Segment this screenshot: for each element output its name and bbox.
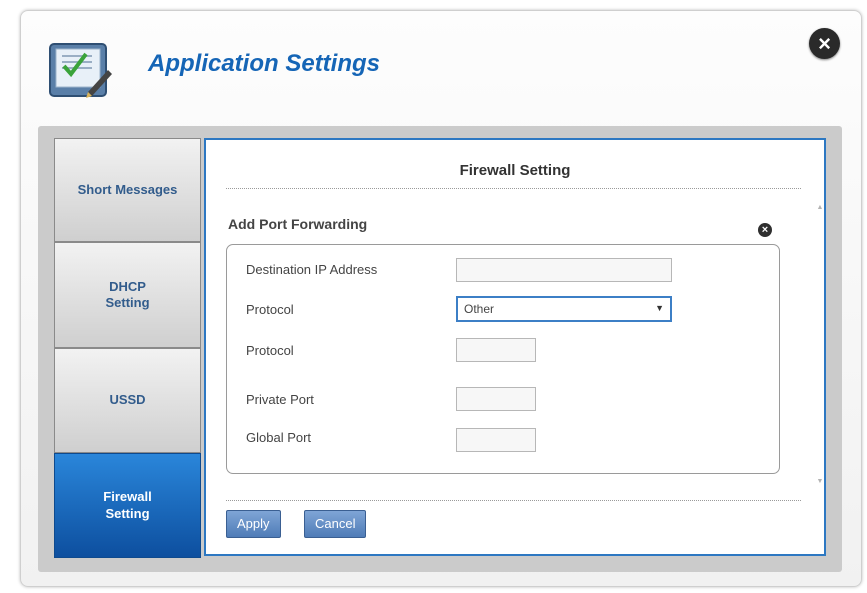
application-settings-icon — [49, 43, 112, 98]
destination-ip-input[interactable] — [456, 258, 672, 282]
cancel-button[interactable]: Cancel — [304, 510, 367, 538]
dialog-title: Application Settings — [148, 50, 381, 77]
panel-title: Firewall Setting — [459, 162, 571, 179]
section-title: Add Port Forwarding — [228, 216, 368, 232]
protocol-label: Protocol — [246, 302, 294, 317]
protocol-custom-input[interactable] — [456, 338, 536, 362]
scroll-up-icon[interactable]: ▲ — [814, 204, 826, 211]
global-port-input[interactable] — [456, 428, 536, 452]
protocol-select[interactable]: Other ▼ — [456, 296, 672, 322]
scrollbar[interactable]: ▲ ▼ — [814, 198, 826, 498]
tab-dhcp-setting[interactable]: DHCP Setting — [54, 242, 201, 348]
close-icon[interactable]: × — [809, 28, 840, 59]
global-port-label: Global Port — [246, 430, 312, 445]
tab-label: USSD — [109, 392, 146, 408]
scroll-down-icon[interactable]: ▼ — [814, 478, 826, 485]
private-port-label: Private Port — [246, 392, 314, 407]
apply-button[interactable]: Apply — [226, 510, 281, 538]
tab-firewall-setting[interactable]: Firewall Setting — [54, 453, 201, 558]
tab-short-messages[interactable]: Short Messages — [54, 138, 201, 242]
tab-label: Firewall Setting — [103, 489, 152, 521]
protocol-select-value: Other — [464, 302, 495, 316]
tab-label: Short Messages — [77, 181, 178, 197]
protocol-custom-label: Protocol — [246, 343, 294, 358]
firewall-setting-panel: Firewall Setting ▲ ▼ Add Port Forwarding… — [204, 138, 826, 556]
private-port-input[interactable] — [456, 387, 536, 411]
chevron-down-icon: ▼ — [655, 303, 664, 313]
close-icon[interactable]: × — [758, 223, 772, 237]
destination-ip-label: Destination IP Address — [246, 262, 378, 277]
tab-label: DHCP Setting — [105, 278, 150, 310]
divider — [226, 188, 801, 189]
tab-ussd[interactable]: USSD — [54, 348, 201, 453]
divider — [226, 500, 801, 501]
